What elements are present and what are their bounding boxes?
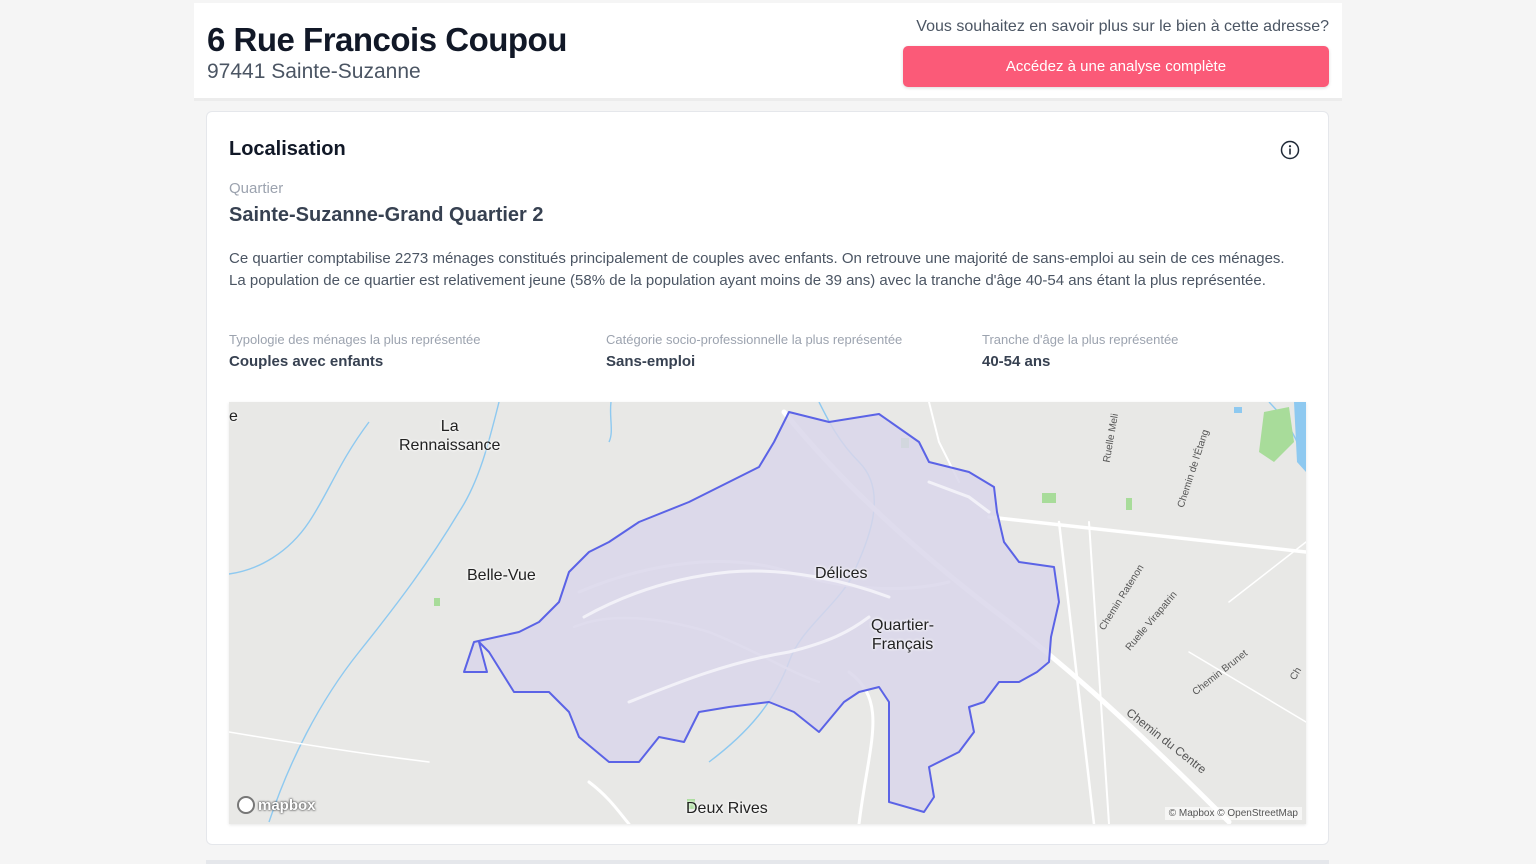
road — [587, 780, 631, 824]
address-postal-city: 97441 Sainte-Suzanne — [207, 60, 421, 83]
river — [608, 402, 613, 443]
cta-question: Vous souhaitez en savoir plus sur le bie… — [916, 18, 1329, 35]
park — [1126, 498, 1132, 510]
river — [229, 421, 370, 575]
stat-value: Couples avec enfants — [229, 353, 384, 370]
road — [1228, 541, 1306, 603]
place-label-edge: e — [229, 408, 238, 425]
address-title: 6 Rue Francois Coupou — [207, 21, 567, 58]
neighbourhood-polygon[interactable] — [463, 411, 1060, 813]
address-header: 6 Rue Francois Coupou 97441 Sainte-Suzan… — [194, 3, 1342, 101]
full-analysis-button[interactable]: Accédez à une analyse complète — [903, 46, 1329, 87]
stat-age-range: Tranche d'âge la plus représentée 40-54 … — [982, 332, 1178, 370]
quartier-label: Quartier — [229, 180, 284, 197]
info-icon[interactable] — [1280, 140, 1300, 160]
content-column: 6 Rue Francois Coupou 97441 Sainte-Suzan… — [194, 0, 1342, 864]
quartier-description: Ce quartier comptabilise 2273 ménages co… — [229, 250, 1285, 289]
place-label-renaissance: La Rennaissance — [399, 417, 500, 455]
page: 6 Rue Francois Coupou 97441 Sainte-Suzan… — [0, 0, 1536, 864]
place-label-text: Quartier- Français — [871, 617, 935, 653]
place-label-belle-vue: Belle-Vue — [467, 567, 536, 584]
stat-label: Typologie des ménages la plus représenté… — [229, 332, 481, 347]
road — [1057, 520, 1096, 824]
road — [229, 731, 430, 763]
road — [1088, 521, 1110, 824]
stat-socio-professional: Catégorie socio-professionnelle la plus … — [606, 332, 902, 370]
map-canvas[interactable] — [229, 402, 1306, 824]
card-title: Localisation — [229, 138, 346, 160]
park — [1259, 407, 1294, 462]
stat-label: Catégorie socio-professionnelle la plus … — [606, 332, 903, 347]
stat-value: Sans-emploi — [606, 353, 696, 370]
park — [1042, 493, 1056, 503]
stat-value: 40-54 ans — [982, 353, 1051, 370]
localisation-card: Localisation Quartier Sainte-Suzanne-Gra… — [206, 111, 1329, 845]
place-label-text: La Rennaissance — [399, 418, 501, 454]
park — [434, 598, 440, 606]
neighbourhood-map[interactable]: La Rennaissance Belle-Vue Délices Quarti… — [229, 402, 1306, 824]
road — [987, 515, 1306, 554]
water — [1294, 402, 1306, 472]
place-label-deux-rives: Deux Rives — [686, 800, 768, 817]
quartier-name: Sainte-Suzanne-Grand Quartier 2 — [229, 204, 544, 226]
place-label-quartier-francais: Quartier- Français — [871, 616, 934, 654]
mapbox-logo[interactable]: mapbox — [237, 796, 316, 814]
place-label-delices: Délices — [815, 565, 868, 582]
river — [268, 402, 500, 823]
mapbox-logo-icon — [237, 796, 255, 814]
map-attribution[interactable]: © Mapbox © OpenStreetMap — [1164, 807, 1302, 820]
water — [1234, 407, 1242, 413]
next-card-edge — [206, 860, 1329, 864]
stat-household-type: Typologie des ménages la plus représenté… — [229, 332, 481, 370]
mapbox-logo-text: mapbox — [258, 796, 316, 814]
stat-label: Tranche d'âge la plus représentée — [982, 332, 1179, 347]
